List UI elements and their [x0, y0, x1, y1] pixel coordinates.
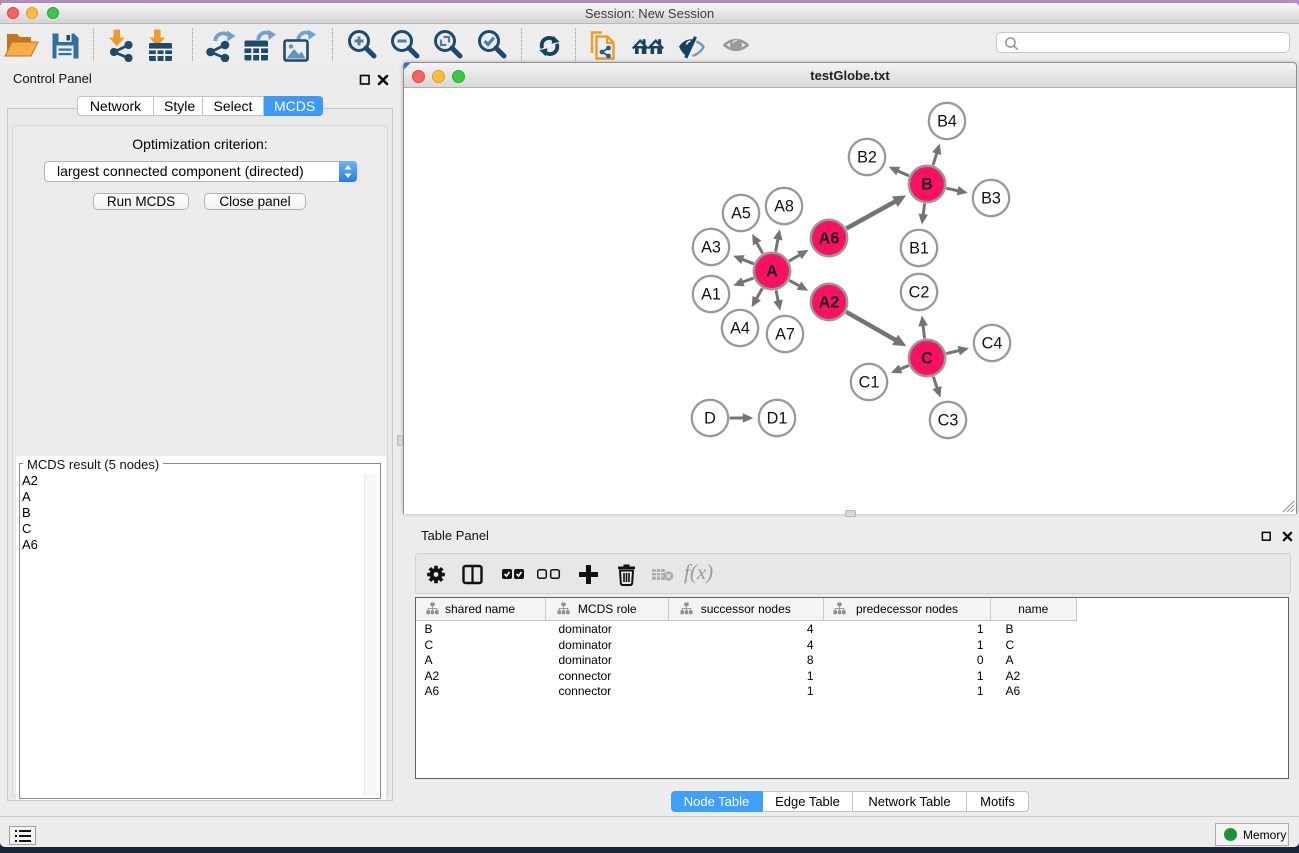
svg-text:D: D	[704, 410, 716, 428]
svg-text:D1: D1	[767, 410, 788, 428]
svg-text:C: C	[921, 350, 933, 368]
svg-text:A: A	[766, 263, 778, 281]
svg-text:A6: A6	[819, 230, 840, 248]
svg-text:C3: C3	[938, 412, 959, 430]
svg-text:B: B	[921, 176, 933, 194]
svg-text:C1: C1	[859, 374, 880, 392]
svg-text:B4: B4	[937, 113, 957, 131]
svg-text:B3: B3	[981, 190, 1001, 208]
svg-text:A2: A2	[819, 294, 840, 312]
svg-text:B2: B2	[857, 149, 877, 167]
svg-text:A1: A1	[701, 286, 721, 304]
svg-text:B1: B1	[909, 240, 929, 258]
svg-text:A3: A3	[701, 239, 721, 257]
svg-text:A5: A5	[731, 205, 751, 223]
svg-text:A7: A7	[775, 326, 795, 344]
svg-text:A8: A8	[774, 198, 794, 216]
svg-text:C2: C2	[909, 284, 930, 302]
svg-text:A4: A4	[730, 320, 750, 338]
svg-text:C4: C4	[982, 335, 1003, 353]
